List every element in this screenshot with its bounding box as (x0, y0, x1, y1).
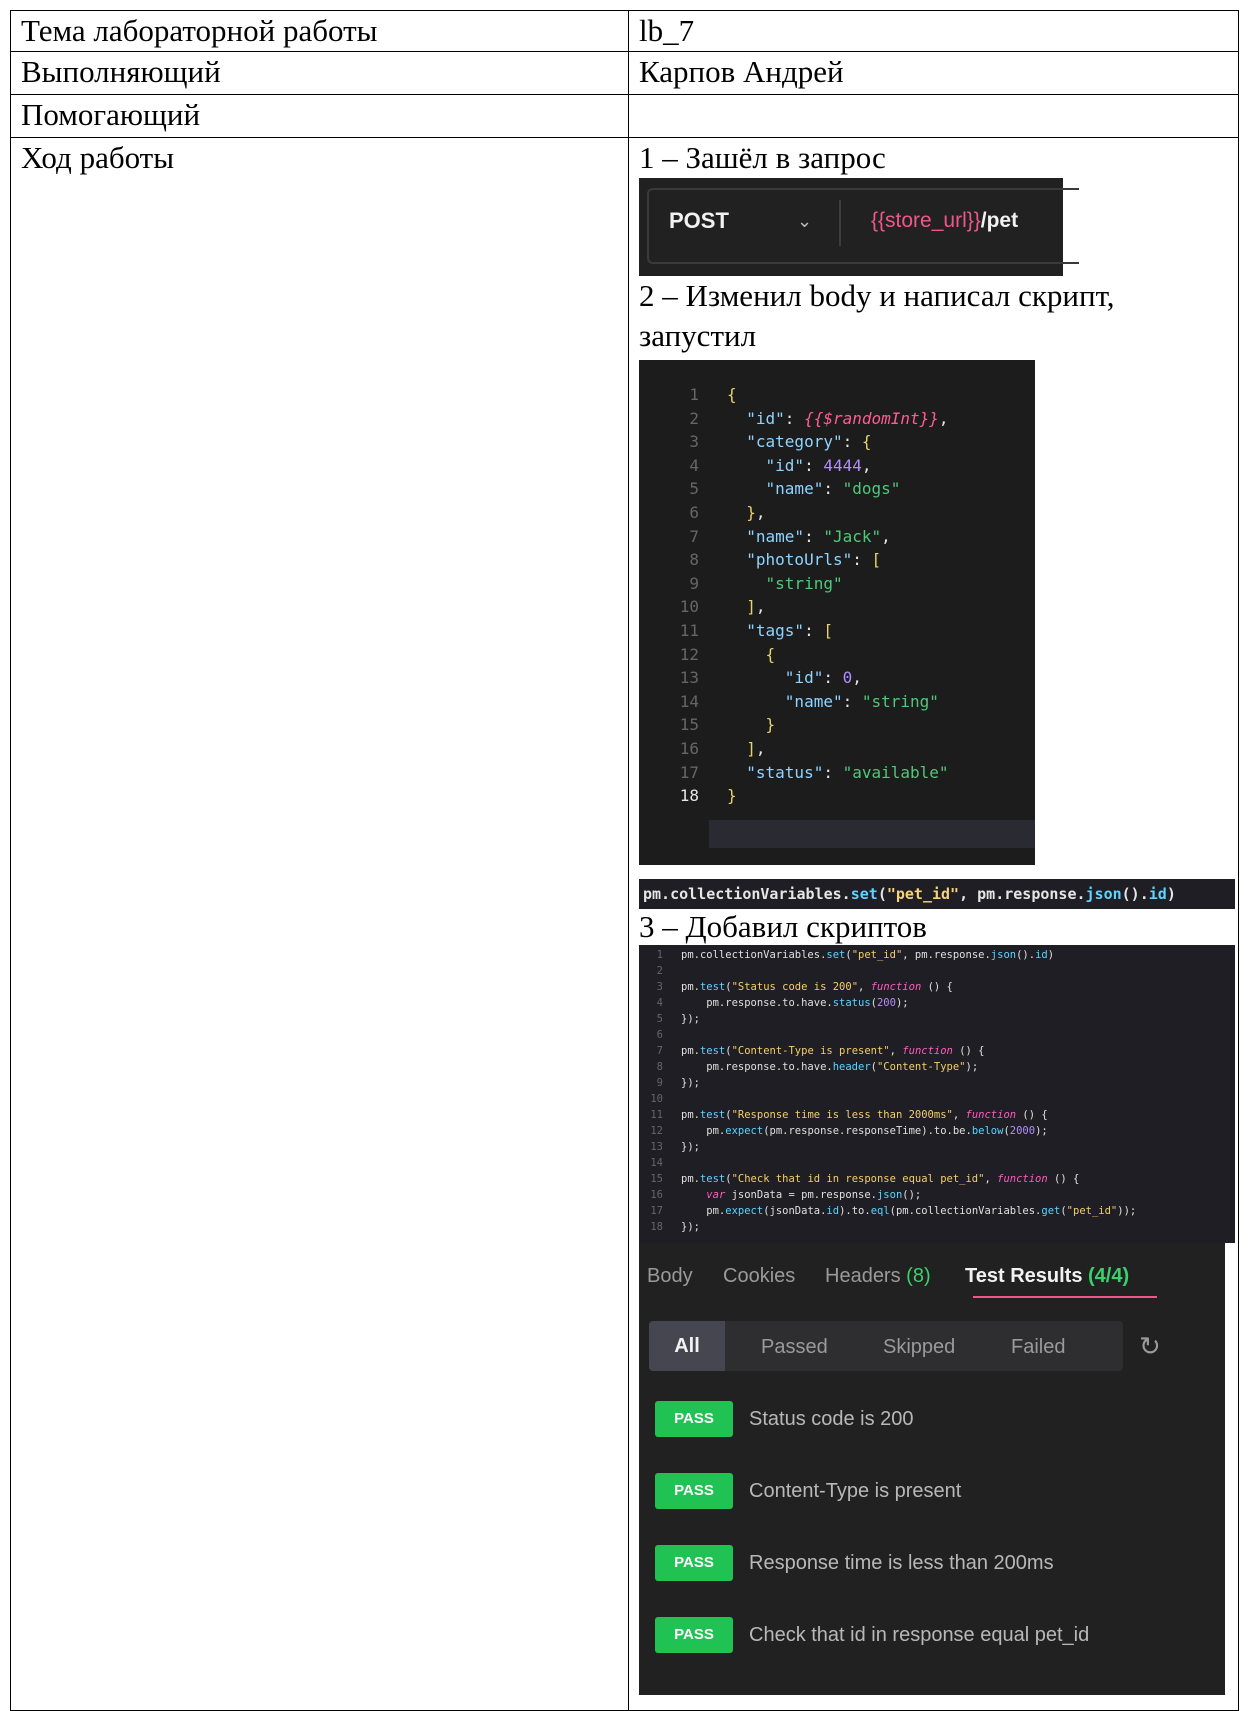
line-number: 8 (689, 550, 699, 570)
tab-headers-label: Headers (825, 1265, 901, 1287)
line-number: 15 (679, 715, 699, 735)
pass-badge: PASS (655, 1401, 733, 1437)
code-token: id (1148, 885, 1167, 903)
code-text: "name": "string" (784, 691, 939, 711)
line-number: 6 (689, 503, 699, 522)
line-number: 14 (679, 691, 699, 711)
code-token: , pm.response. (959, 885, 1086, 903)
code-text: "name": "dogs" (765, 479, 901, 499)
code-text: { (727, 385, 737, 404)
tab-test-results[interactable]: Test Results (4/4) (965, 1263, 1129, 1289)
line-number: 17 (679, 762, 699, 782)
line-number: 16 (679, 739, 699, 758)
helper-label: Помогающий (10, 94, 629, 138)
code-text: "id": 4444, (765, 455, 872, 475)
tab-headers[interactable]: Headers (8) (825, 1263, 931, 1289)
filter-failed[interactable]: Failed (1011, 1335, 1065, 1359)
tab-cookies[interactable]: Cookies (723, 1263, 795, 1289)
topic-value: lb_7 (628, 10, 1239, 52)
test-script-editor[interactable]: 1 pm.collectionVariables.set("pet_id", pm… (639, 945, 1235, 1243)
code-text: "string" (765, 573, 843, 593)
filter-skipped[interactable]: Skipped (883, 1335, 955, 1359)
lab-report-table: Тема лабораторной работы lb_7 Выполняющи… (10, 10, 1239, 1711)
row-helper: Помогающий (10, 94, 1239, 138)
code-text: "photoUrls": [ (746, 550, 882, 570)
code-text: "id": 0, (784, 668, 862, 688)
code-token: json (1085, 885, 1122, 903)
code-text: ], (746, 597, 766, 617)
line-number: 2 (689, 408, 699, 428)
line-number: 3 (689, 432, 699, 452)
url-path: /pet (980, 209, 1019, 232)
test-name: Check that id in response equal pet_id (749, 1624, 1090, 1646)
code-token: ) (1166, 885, 1176, 903)
progress-label: Ход работы (10, 137, 629, 1711)
executor-value: Карпов Андрей (628, 51, 1239, 95)
url-input[interactable]: {{store_url}}/pet (871, 208, 1018, 234)
code-token: (). (1121, 885, 1149, 903)
code-text: "id": {{$randomInt}}, (746, 408, 949, 428)
json-body-editor[interactable]: 1 {2 "id": {{$randomInt}}, 3 "category": {… (639, 360, 1035, 865)
progress-content: 1 – Зашёл в запрос POST ⌄ {{store_url}}/… (628, 137, 1239, 1711)
current-line-highlight (709, 820, 1035, 848)
code-token: pm.collectionVariables. (643, 885, 851, 903)
step-2-text: 2 – Изменил body и написал скрипт, запус… (639, 278, 1115, 353)
test-name: Status code is 200 (749, 1408, 914, 1430)
line-number: 7 (689, 526, 699, 546)
line-number: 1 (689, 385, 699, 404)
pass-badge: PASS (655, 1545, 733, 1581)
pass-badge: PASS (655, 1473, 733, 1509)
code-text: ], (746, 739, 766, 758)
line-number: 9 (689, 573, 699, 593)
request-bar-screenshot: POST ⌄ {{store_url}}/pet (639, 178, 1079, 276)
code-text: "name": "Jack", (746, 526, 891, 546)
tab-body[interactable]: Body (647, 1263, 693, 1289)
url-variable: {{store_url}} (871, 209, 981, 232)
test-name: Response time is less than 200ms (749, 1552, 1054, 1574)
code-text: } (765, 715, 776, 735)
step-1-text: 1 – Зашёл в запрос (639, 140, 886, 175)
line-number: 12 (679, 644, 699, 664)
line-number: 10 (679, 597, 699, 617)
line-number: 5 (689, 479, 699, 499)
filter-passed[interactable]: Passed (761, 1335, 828, 1359)
refresh-icon[interactable]: ↻ (1139, 1333, 1161, 1359)
tab-tests-label: Test Results (965, 1265, 1083, 1287)
line-number: 13 (679, 668, 699, 688)
pass-badge: PASS (655, 1617, 733, 1653)
code-text: }, (746, 503, 766, 522)
filter-all[interactable]: All (649, 1321, 725, 1371)
step-3-text: 3 – Добавил скриптов (639, 909, 927, 944)
row-topic: Тема лабораторной работы lb_7 (10, 10, 1239, 52)
test-results-panel: Body Cookies Headers (8) Test Results (4… (639, 1243, 1225, 1695)
test-name: Content-Type is present (749, 1480, 962, 1502)
code-text: "category": { (746, 432, 872, 452)
code-text: "status": "available" (746, 762, 949, 782)
row-executor: Выполняющий Карпов Андрей (10, 51, 1239, 95)
chevron-down-icon[interactable]: ⌄ (797, 208, 812, 234)
topic-label: Тема лабораторной работы (10, 10, 629, 52)
row-progress: Ход работы 1 – Зашёл в запрос POST ⌄ {{s… (10, 137, 1239, 1711)
line-number: 4 (689, 455, 699, 475)
line-number: 11 (679, 621, 699, 640)
code-token: "pet_id" (886, 885, 960, 903)
code-text: } (727, 786, 737, 806)
code-text: "tags": [ (746, 621, 833, 640)
active-tab-indicator (973, 1296, 1157, 1298)
result-filter-group: All Passed Skipped Failed (649, 1321, 1123, 1371)
line-number: 18 (679, 786, 699, 806)
helper-value (628, 94, 1239, 138)
set-variable-script[interactable]: pm.collectionVariables.set("pet_id", pm.… (639, 879, 1235, 909)
executor-label: Выполняющий (10, 51, 629, 95)
code-text: { (765, 644, 776, 664)
tab-headers-count: (8) (906, 1265, 931, 1287)
divider (839, 200, 841, 246)
tab-tests-count: (4/4) (1088, 1265, 1130, 1287)
http-method-select[interactable]: POST (669, 208, 729, 234)
code-token: set (850, 885, 878, 903)
